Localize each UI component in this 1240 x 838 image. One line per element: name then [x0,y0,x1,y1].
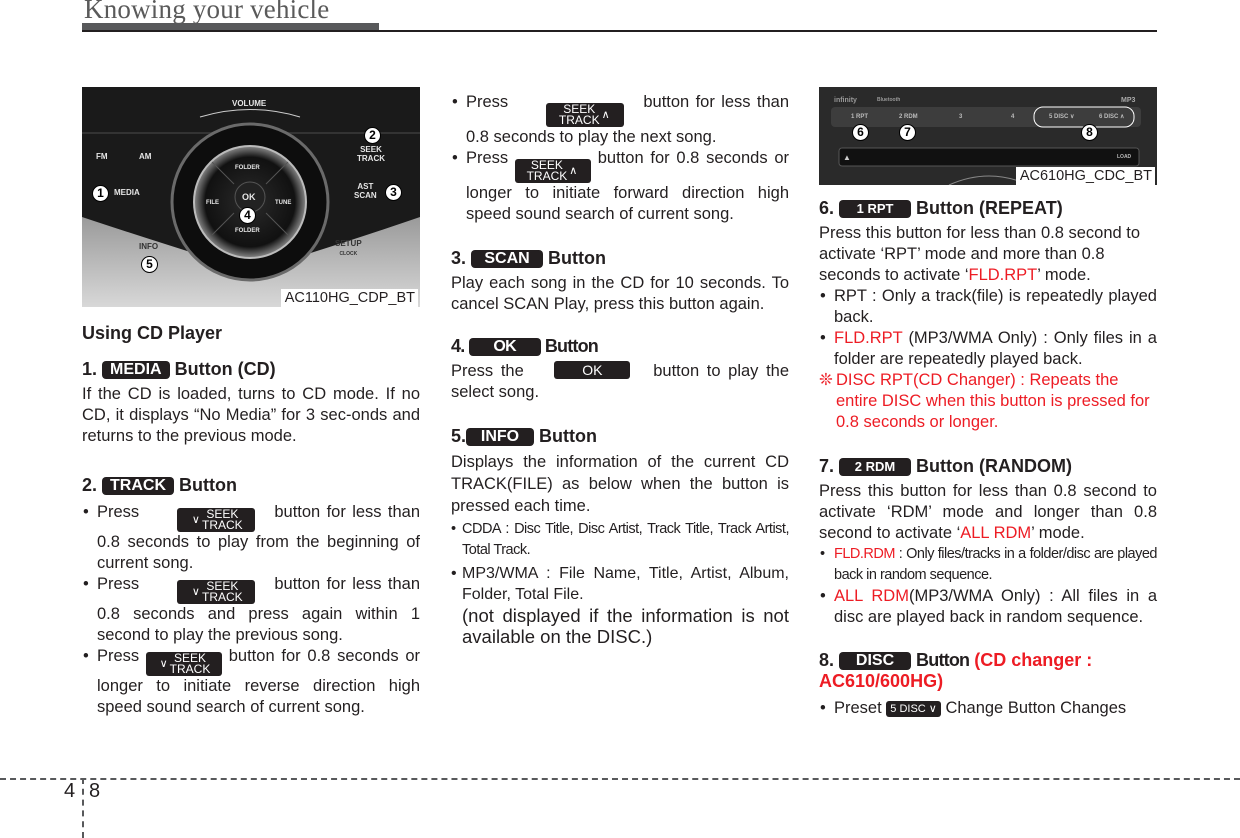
callout-5: 5 [141,256,158,273]
repeat-description: Press this button for less than 0.8 seco… [819,224,1141,284]
seek-track-down-badge: ∨ SEEK TRACK [177,580,256,604]
info-bullets: • CDDA : Disc Title, Disc Artist, Track T… [451,519,790,605]
page-header-title: Knowing your vehicle [84,0,330,24]
header-rule [82,30,1157,32]
ok-button-heading: 4. OK Button [451,336,599,356]
label-folder-down: FOLDER [235,228,260,234]
scan-button-heading: 3. SCAN Button [451,248,607,268]
list-item: • Press SEEK TRACK ∧ button for less than 0… [452,93,789,146]
list-item: • Press ∨ SEEK TRACK button for less than 0… [83,575,420,644]
label-volume: VOLUME [232,99,267,108]
label-bluetooth: Bluetooth [877,97,901,103]
disc-bullets: • Preset 5 DISC ∨ Change Button Changes [819,698,1157,719]
media-button-heading: 1. MEDIA Button (CD) [82,359,276,379]
track-bullets: • Press ∨ SEEK TRACK button for less than 0… [82,502,420,718]
list-item: • Preset 5 DISC ∨ Change Button Changes [820,699,1127,717]
page-number-chapter: 4 [64,780,76,802]
list-item: • MP3/WMA : File Name, Title, Artist, Alb… [451,565,789,603]
label-info: INFO [139,242,159,251]
list-item: • Press ∨ SEEK TRACK button for 0.8 seconds… [83,647,421,716]
cd-player-photo: VOLUME FM AM SEEK TRACK MEDIA AST SCAN FOL… [82,87,420,307]
info-description: Displays the information of the current … [451,453,789,515]
info-button-heading: 5. INFO Button [451,426,598,446]
media-badge: MEDIA [102,361,170,379]
ok-description: Press the OK button to play the select s… [451,361,790,401]
label-ok: OK [242,192,256,202]
list-item: • RPT : Only a track(file) is repeatedly … [820,287,1157,326]
label-mp3: MP3 [1121,97,1136,104]
list-item: • ALL RDM(MP3/WMA Only) : All files in a … [820,587,1157,626]
label-ast-scan: AST SCAN [354,182,377,200]
seek-track-down-badge: ∨ SEEK TRACK [145,652,222,676]
label-fm: FM [96,152,108,161]
callout-1: 1 [92,185,109,202]
media-description: If the CD is loaded, turns to CD mode. I… [82,385,420,445]
figure-caption: AC610HG_CDC_BT [1015,167,1155,185]
section-heading: Using CD Player [82,323,223,343]
info-badge: INFO [466,428,535,446]
column-3: infinity Bluetooth MP3 1 RPT 2 RDM 3 4 5… [819,87,1158,719]
label-tune: TUNE [275,200,292,206]
scan-badge: SCAN [471,250,544,268]
rpt-badge: 1 RPT [839,200,912,218]
disc-rpt-note: ❊ DISC RPT(CD Changer) : Repeats the enti… [819,371,1150,431]
seek-track-up-badge: SEEK TRACK ∧ [546,103,625,127]
disc-button-heading: 8. DISC Button (CD changer : AC610/600HG… [819,650,1093,691]
callout-6: 6 [852,124,869,141]
repeat-bullets: • RPT : Only a track(file) is repeatedly … [819,286,1157,370]
label-seek-track: SEEK TRACK [357,145,385,163]
random-button-heading: 7. 2 RDM Button (RANDOM) [819,456,1072,476]
scan-description: Play each song in the CD for 10 seconds.… [451,274,789,313]
callout-3: 3 [385,184,402,201]
track-button-heading: 2. TRACK Button [82,475,238,495]
label-file: FILE [206,200,219,206]
list-item: • Press ∨ SEEK TRACK button for less than 0… [83,503,420,572]
seek-track-down-badge: ∨ SEEK TRACK [177,508,256,532]
preset-6-disc-up: 6 DISC ∧ [1099,114,1125,120]
random-description: Press this button for less than 0.8 seco… [819,482,1157,542]
column-1: VOLUME FM AM SEEK TRACK MEDIA AST SCAN FOL… [82,87,420,718]
label-brand: infinity [834,97,857,104]
disc-badge: DISC [839,652,912,670]
figure-caption: AC110HG_CDP_BT [280,289,418,307]
footer-divider [82,778,84,838]
seek-track-up-badge: SEEK TRACK ∧ [514,159,591,183]
page-number: 8 [89,780,101,802]
eject-icon: ▲ [843,153,851,162]
preset-2-rdm: 2 RDM [899,114,918,120]
note-asterisk-icon: ❊ [819,371,833,389]
list-item: • Press SEEK TRACK ∧ button for 0.8 seconds… [452,149,790,223]
preset-1-rpt: 1 RPT [851,114,869,120]
callout-2: 2 [364,127,381,144]
track-bullets-continued: • Press SEEK TRACK ∧ button for less than 0… [451,92,789,225]
track-badge: TRACK [102,477,175,495]
info-note: (not displayed if the information is not… [462,605,789,647]
label-folder-up: FOLDER [235,165,260,171]
column-2: • Press SEEK TRACK ∧ button for less than 0… [451,92,790,647]
list-item: • FLD.RPT (MP3/WMA Only) : Only files in … [820,329,1157,368]
list-item: • FLD.RDM : Only files/tracks in a folder… [820,546,1158,583]
ok-badge: OK [468,338,541,356]
label-am: AM [139,152,152,161]
rdm-badge: 2 RDM [839,458,912,476]
disc-inline-badge: 5 DISC ∨ [886,701,941,717]
label-media: MEDIA [114,188,140,197]
label-setup-clock: SETUP CLOCK [335,239,362,257]
callout-4: 4 [239,207,256,224]
repeat-button-heading: 6. 1 RPT Button (REPEAT) [819,198,1063,218]
ok-inline-badge: OK [554,361,631,379]
cd-changer-photo: infinity Bluetooth MP3 1 RPT 2 RDM 3 4 5… [819,87,1157,185]
callout-8: 8 [1081,124,1098,141]
preset-5-disc-down: 5 DISC ∨ [1049,114,1075,120]
footer-rule [0,778,1240,780]
callout-7: 7 [899,124,916,141]
label-load: LOAD [1117,154,1132,160]
random-bullets: • FLD.RDM : Only files/tracks in a folder… [819,544,1158,628]
preset-4: 4 [1011,114,1015,120]
preset-3: 3 [959,114,963,120]
list-item: • CDDA : Disc Title, Disc Artist, Track T… [451,521,790,558]
